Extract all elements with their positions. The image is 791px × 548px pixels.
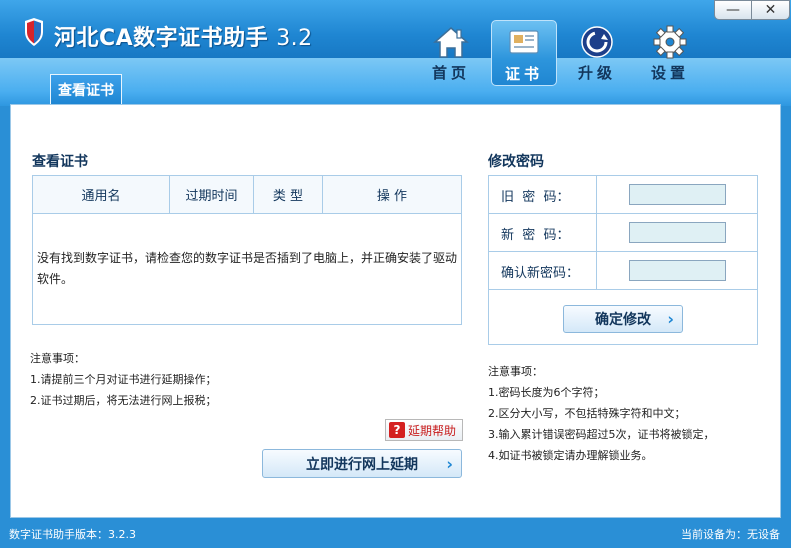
extension-help-button[interactable]: ? 延期帮助	[385, 419, 463, 441]
cert-table-header: 通用名 过期时间 类 型 操 作	[33, 176, 461, 214]
minimize-icon: —	[726, 2, 740, 18]
nav-label-settings: 设置	[650, 64, 689, 82]
certificate-icon	[509, 30, 539, 54]
old-password-label: 旧 密 码：	[489, 176, 597, 214]
home-icon	[433, 27, 469, 58]
help-icon: ?	[389, 422, 405, 438]
nav-item-settings[interactable]: 设置	[637, 20, 703, 86]
column-header-expiry: 过期时间	[170, 176, 254, 213]
password-section-title: 修改密码	[488, 154, 544, 170]
confirm-change-button[interactable]: 确定修改 ›	[563, 305, 683, 333]
tab-label: 查看证书	[58, 82, 114, 99]
chevron-right-icon: ›	[446, 454, 453, 473]
column-header-action: 操 作	[376, 189, 408, 204]
chevron-right-icon: ›	[667, 309, 674, 329]
window-controls: — ✕	[714, 0, 790, 20]
status-device: 当前设备为：无设备	[681, 528, 780, 541]
gear-icon	[653, 25, 687, 59]
old-password-field[interactable]	[629, 184, 726, 205]
new-password-row: 新 密 码：	[489, 214, 757, 252]
column-header-name: 通用名	[33, 176, 170, 213]
password-note-item: 4.如证书被锁定请办理解锁业务。	[488, 449, 653, 462]
minimize-button[interactable]: —	[714, 0, 752, 20]
password-note-item: 1.密码长度为6个字符；	[488, 386, 605, 399]
nav-label-home: 首页	[431, 64, 470, 82]
nav-item-upgrade[interactable]: 升级	[564, 20, 630, 86]
password-note-item: 2.区分大小写，不包括特殊字符和中文；	[488, 407, 686, 420]
cert-note-item: 1.请提前三个月对证书进行延期操作；	[30, 373, 217, 386]
online-extend-button[interactable]: 立即进行网上延期 ›	[262, 449, 462, 478]
password-notes: 注意事项： 1.密码长度为6个字符； 2.区分大小写，不包括特殊字符和中文； 3…	[488, 361, 715, 466]
column-header-type: 类 型	[254, 176, 323, 213]
cert-notes-title: 注意事项：	[30, 352, 85, 365]
old-password-row: 旧 密 码：	[489, 176, 757, 214]
confirm-change-label: 确定修改	[595, 312, 651, 328]
new-password-field[interactable]	[629, 222, 726, 243]
upgrade-icon	[581, 26, 613, 58]
extension-help-label: 延期帮助	[408, 423, 457, 438]
online-extend-label: 立即进行网上延期	[306, 456, 418, 473]
status-version: 数字证书助手版本：3.2.3	[9, 528, 136, 541]
cert-note-item: 2.证书过期后，将无法进行网上报税；	[30, 394, 217, 407]
nav-item-home[interactable]: 首页	[418, 20, 484, 86]
nav-label-certificate: 证书	[504, 65, 543, 83]
confirm-password-field[interactable]	[629, 260, 726, 281]
nav-label-upgrade: 升级	[577, 64, 616, 82]
confirm-password-row: 确认新密码：	[489, 252, 757, 290]
app-title: 河北CA数字证书助手 3.2	[54, 20, 313, 52]
password-notes-title: 注意事项：	[488, 365, 543, 378]
cert-notes: 注意事项： 1.请提前三个月对证书进行延期操作； 2.证书过期后，将无法进行网上…	[30, 348, 217, 411]
cert-empty-message: 没有找到数字证书，请检查您的数字证书是否插到了电脑上，并正确安装了驱动软件。	[37, 251, 458, 286]
status-bar: 数字证书助手版本：3.2.3 当前设备为：无设备	[0, 518, 791, 548]
close-icon: ✕	[764, 2, 777, 18]
app-title-text: 河北CA数字证书助手	[54, 26, 269, 51]
tab-view-certificate[interactable]: 查看证书	[50, 74, 122, 104]
app-logo-icon	[25, 18, 43, 46]
password-note-item: 3.输入累计错误密码超过5次，证书将被锁定，	[488, 428, 715, 441]
main-panel: 查看证书 通用名 过期时间 类 型 操 作 没有找到数字证书，请检查您的数字证书…	[10, 104, 781, 518]
app-version: 3.2	[276, 26, 313, 51]
cert-table: 通用名 过期时间 类 型 操 作 没有找到数字证书，请检查您的数字证书是否插到了…	[32, 175, 462, 325]
nav-item-certificate[interactable]: 证书	[491, 20, 557, 86]
close-button[interactable]: ✕	[752, 0, 790, 20]
new-password-label: 新 密 码：	[489, 214, 597, 252]
password-form: 旧 密 码： 新 密 码： 确认新密码： 确定修改 ›	[488, 175, 758, 345]
confirm-password-label: 确认新密码：	[489, 252, 597, 290]
cert-section-title: 查看证书	[32, 154, 88, 170]
